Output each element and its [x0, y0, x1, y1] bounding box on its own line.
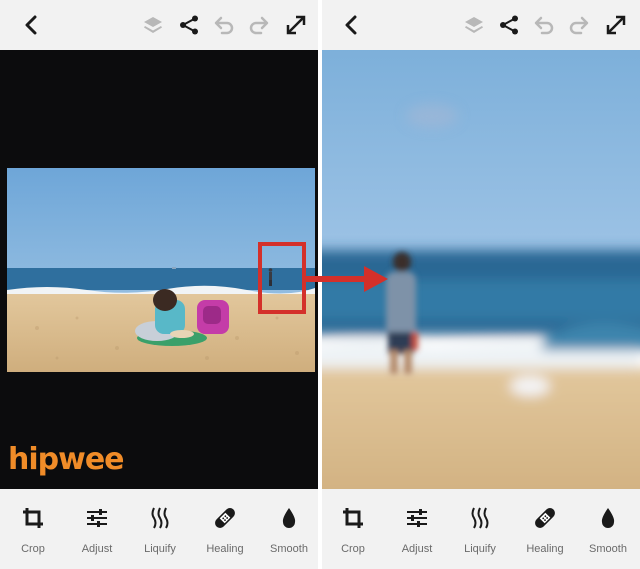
- tool-label: Crop: [341, 543, 365, 555]
- back-chevron-icon[interactable]: [336, 9, 368, 41]
- healing-bandage-icon: [210, 503, 240, 533]
- redo-icon[interactable]: [243, 9, 275, 41]
- crop-icon: [338, 503, 368, 533]
- hipwee-watermark: hipwee: [8, 442, 125, 477]
- tool-healing[interactable]: Healing: [194, 503, 256, 563]
- tool-label: Liquify: [464, 543, 496, 555]
- bottom-tool-bar: Crop Adjust Liquify Healing Smooth: [0, 489, 318, 569]
- tool-label: Adjust: [81, 543, 113, 555]
- top-toolbar: [322, 0, 640, 50]
- share-icon[interactable]: [173, 9, 205, 41]
- top-toolbar: [0, 0, 318, 50]
- smooth-drop-icon: [274, 503, 304, 533]
- tool-label: Smooth: [270, 543, 308, 555]
- tool-smooth[interactable]: Smooth: [577, 503, 639, 563]
- zoom-highlight-box: [258, 242, 306, 314]
- tool-adjust[interactable]: Adjust: [386, 503, 448, 563]
- layers-icon[interactable]: [137, 9, 169, 41]
- undo-icon[interactable]: [208, 9, 240, 41]
- tool-label: Healing: [526, 543, 564, 555]
- tool-label: Crop: [21, 543, 45, 555]
- tool-label: Adjust: [401, 543, 433, 555]
- healing-bandage-icon: [530, 503, 560, 533]
- adjust-sliders-icon: [82, 503, 112, 533]
- expand-icon[interactable]: [280, 9, 312, 41]
- tool-liquify[interactable]: Liquify: [129, 503, 191, 563]
- tool-adjust[interactable]: Adjust: [66, 503, 128, 563]
- crop-icon: [18, 503, 48, 533]
- smooth-drop-icon: [593, 503, 623, 533]
- back-chevron-icon[interactable]: [16, 9, 48, 41]
- tool-crop[interactable]: Crop: [2, 503, 64, 563]
- tool-label: Smooth: [589, 543, 627, 555]
- tool-label: Healing: [206, 543, 244, 555]
- layers-icon[interactable]: [458, 9, 490, 41]
- adjust-sliders-icon: [402, 503, 432, 533]
- tool-smooth[interactable]: Smooth: [258, 503, 318, 563]
- liquify-icon: [145, 503, 175, 533]
- tool-healing[interactable]: Healing: [514, 503, 576, 563]
- tool-label: Liquify: [144, 543, 176, 555]
- liquify-icon: [465, 503, 495, 533]
- bottom-tool-bar: Crop Adjust Liquify Healing Smooth: [322, 489, 640, 569]
- redo-icon[interactable]: [563, 9, 595, 41]
- tool-liquify[interactable]: Liquify: [449, 503, 511, 563]
- tool-crop[interactable]: Crop: [322, 503, 384, 563]
- share-icon[interactable]: [493, 9, 525, 41]
- expand-icon[interactable]: [600, 9, 632, 41]
- zoom-arrow-icon: [304, 266, 388, 292]
- undo-icon[interactable]: [528, 9, 560, 41]
